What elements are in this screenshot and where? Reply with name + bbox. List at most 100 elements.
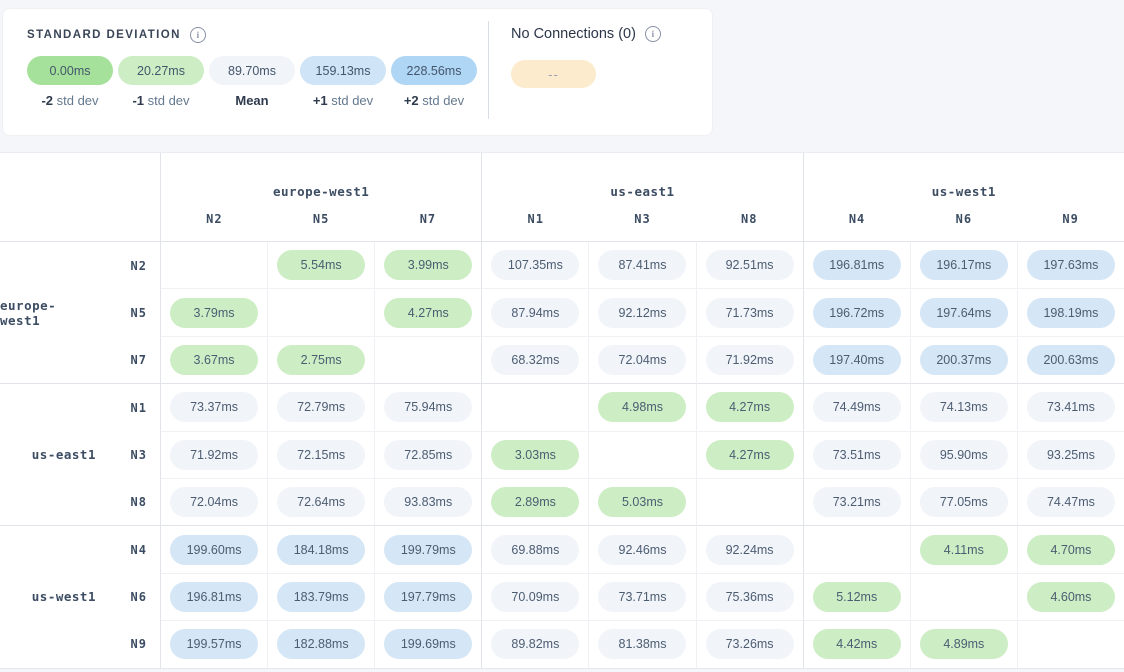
latency-cell[interactable]: 72.79ms xyxy=(267,383,374,430)
latency-cell[interactable]: 197.79ms xyxy=(374,573,481,620)
latency-cell[interactable]: 196.81ms xyxy=(803,241,910,288)
latency-cell[interactable]: 4.89ms xyxy=(910,620,1017,667)
latency-cell[interactable]: 4.60ms xyxy=(1017,573,1124,620)
latency-pill[interactable]: 72.85ms xyxy=(384,440,472,470)
latency-pill[interactable]: 71.92ms xyxy=(706,345,794,375)
latency-cell[interactable]: 73.71ms xyxy=(588,573,695,620)
latency-pill[interactable]: 73.71ms xyxy=(598,582,686,612)
latency-cell[interactable]: 5.54ms xyxy=(267,241,374,288)
latency-cell[interactable]: 77.05ms xyxy=(910,478,1017,525)
latency-pill[interactable]: 93.83ms xyxy=(384,487,472,517)
latency-cell[interactable]: 2.75ms xyxy=(267,336,374,383)
latency-pill[interactable]: 73.26ms xyxy=(706,629,794,659)
latency-pill[interactable]: 4.89ms xyxy=(920,629,1008,659)
latency-cell[interactable]: 197.64ms xyxy=(910,288,1017,335)
latency-pill[interactable]: 199.79ms xyxy=(384,535,472,565)
latency-cell[interactable]: 199.57ms xyxy=(160,620,267,667)
latency-pill[interactable]: 199.57ms xyxy=(170,629,258,659)
latency-pill[interactable]: 73.21ms xyxy=(813,487,901,517)
latency-pill[interactable]: 75.36ms xyxy=(706,582,794,612)
latency-cell[interactable]: 74.49ms xyxy=(803,383,910,430)
info-icon[interactable]: i xyxy=(645,26,661,42)
latency-cell[interactable]: 73.41ms xyxy=(1017,383,1124,430)
latency-cell[interactable]: 5.03ms xyxy=(588,478,695,525)
latency-cell[interactable]: 71.92ms xyxy=(160,431,267,478)
latency-cell[interactable]: 4.42ms xyxy=(803,620,910,667)
latency-pill[interactable]: 70.09ms xyxy=(491,582,579,612)
latency-cell[interactable]: 73.51ms xyxy=(803,431,910,478)
latency-cell[interactable]: 2.89ms xyxy=(481,478,588,525)
latency-pill[interactable]: 77.05ms xyxy=(920,487,1008,517)
latency-cell[interactable]: 92.46ms xyxy=(588,525,695,572)
latency-cell[interactable]: 70.09ms xyxy=(481,573,588,620)
latency-pill[interactable]: 69.88ms xyxy=(491,535,579,565)
latency-pill[interactable]: 182.88ms xyxy=(277,629,365,659)
latency-pill[interactable]: 200.63ms xyxy=(1027,345,1115,375)
latency-cell[interactable]: 4.27ms xyxy=(696,431,803,478)
latency-cell[interactable]: 200.63ms xyxy=(1017,336,1124,383)
latency-pill[interactable]: 2.89ms xyxy=(491,487,579,517)
latency-pill[interactable]: 92.46ms xyxy=(598,535,686,565)
latency-pill[interactable]: 199.60ms xyxy=(170,535,258,565)
latency-pill[interactable]: 73.51ms xyxy=(813,440,901,470)
latency-cell[interactable]: 4.98ms xyxy=(588,383,695,430)
latency-cell[interactable]: 198.19ms xyxy=(1017,288,1124,335)
latency-pill[interactable]: 200.37ms xyxy=(920,345,1008,375)
latency-cell[interactable]: 72.64ms xyxy=(267,478,374,525)
latency-pill[interactable]: 87.41ms xyxy=(598,250,686,280)
latency-pill[interactable]: 5.03ms xyxy=(598,487,686,517)
latency-cell[interactable]: 184.18ms xyxy=(267,525,374,572)
latency-cell[interactable]: 4.27ms xyxy=(696,383,803,430)
latency-pill[interactable]: 71.73ms xyxy=(706,298,794,328)
latency-pill[interactable]: 3.79ms xyxy=(170,298,258,328)
latency-cell[interactable]: 199.60ms xyxy=(160,525,267,572)
latency-cell[interactable]: 73.37ms xyxy=(160,383,267,430)
latency-cell[interactable]: 81.38ms xyxy=(588,620,695,667)
latency-pill[interactable]: 5.12ms xyxy=(813,582,901,612)
latency-pill[interactable]: 4.60ms xyxy=(1027,582,1115,612)
latency-cell[interactable]: 75.94ms xyxy=(374,383,481,430)
latency-pill[interactable]: 68.32ms xyxy=(491,345,579,375)
latency-pill[interactable]: 81.38ms xyxy=(598,629,686,659)
latency-cell[interactable]: 107.35ms xyxy=(481,241,588,288)
latency-cell[interactable]: 4.70ms xyxy=(1017,525,1124,572)
latency-pill[interactable]: 72.04ms xyxy=(598,345,686,375)
latency-cell[interactable]: 92.24ms xyxy=(696,525,803,572)
latency-cell[interactable]: 68.32ms xyxy=(481,336,588,383)
latency-pill[interactable]: 92.51ms xyxy=(706,250,794,280)
latency-cell[interactable]: 75.36ms xyxy=(696,573,803,620)
latency-cell[interactable]: 200.37ms xyxy=(910,336,1017,383)
latency-cell[interactable]: 92.12ms xyxy=(588,288,695,335)
latency-pill[interactable]: 72.79ms xyxy=(277,392,365,422)
latency-pill[interactable]: 72.64ms xyxy=(277,487,365,517)
latency-cell[interactable]: 72.85ms xyxy=(374,431,481,478)
latency-pill[interactable]: 74.47ms xyxy=(1027,487,1115,517)
latency-cell[interactable]: 4.27ms xyxy=(374,288,481,335)
latency-pill[interactable]: 72.15ms xyxy=(277,440,365,470)
latency-cell[interactable]: 199.69ms xyxy=(374,620,481,667)
latency-pill[interactable]: 87.94ms xyxy=(491,298,579,328)
latency-cell[interactable]: 72.04ms xyxy=(588,336,695,383)
latency-pill[interactable]: 197.63ms xyxy=(1027,250,1115,280)
latency-cell[interactable]: 72.04ms xyxy=(160,478,267,525)
latency-pill[interactable]: 4.98ms xyxy=(598,392,686,422)
latency-pill[interactable]: 197.40ms xyxy=(813,345,901,375)
latency-pill[interactable]: 183.79ms xyxy=(277,582,365,612)
latency-cell[interactable]: 87.94ms xyxy=(481,288,588,335)
latency-cell[interactable]: 72.15ms xyxy=(267,431,374,478)
latency-pill[interactable]: 196.72ms xyxy=(813,298,901,328)
latency-cell[interactable]: 3.79ms xyxy=(160,288,267,335)
latency-pill[interactable]: 4.42ms xyxy=(813,629,901,659)
latency-pill[interactable]: 93.25ms xyxy=(1027,440,1115,470)
latency-pill[interactable]: 3.99ms xyxy=(384,250,472,280)
latency-pill[interactable]: 184.18ms xyxy=(277,535,365,565)
latency-cell[interactable]: 5.12ms xyxy=(803,573,910,620)
latency-cell[interactable]: 197.40ms xyxy=(803,336,910,383)
latency-cell[interactable]: 69.88ms xyxy=(481,525,588,572)
latency-pill[interactable]: 73.37ms xyxy=(170,392,258,422)
latency-cell[interactable]: 73.26ms xyxy=(696,620,803,667)
latency-pill[interactable]: 4.11ms xyxy=(920,535,1008,565)
latency-cell[interactable]: 197.63ms xyxy=(1017,241,1124,288)
latency-pill[interactable]: 196.17ms xyxy=(920,250,1008,280)
latency-pill[interactable]: 198.19ms xyxy=(1027,298,1115,328)
